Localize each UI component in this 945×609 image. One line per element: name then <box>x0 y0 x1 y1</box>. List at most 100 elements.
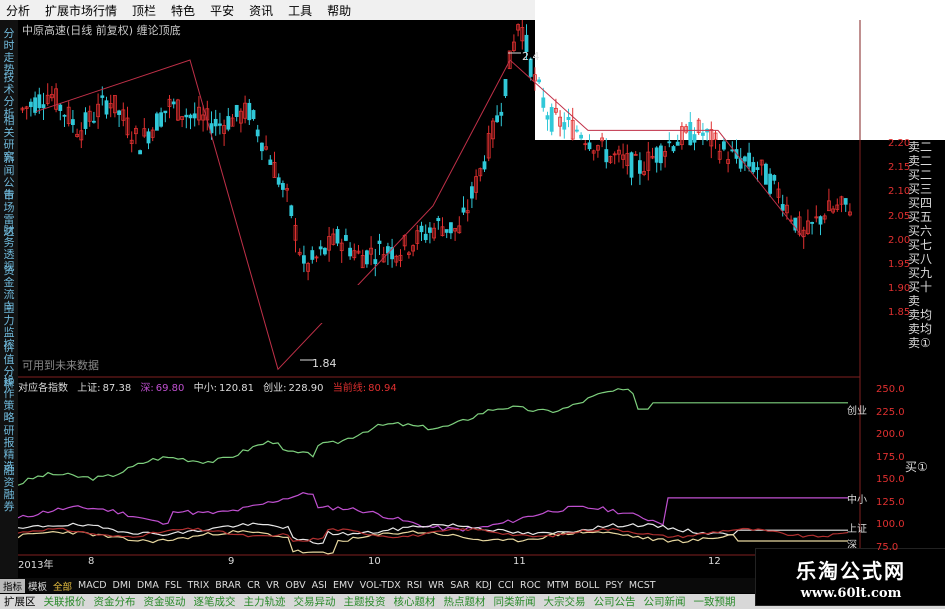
x-tick-label: 2013年 <box>18 560 54 571</box>
bottom-tab-6[interactable]: 交易异动 <box>290 594 340 609</box>
toolbar-item-brar[interactable]: BRAR <box>212 580 244 591</box>
candle-body <box>364 250 369 265</box>
indicator-tick: 225.0 <box>876 406 905 418</box>
toolbar-item-emv[interactable]: EMV <box>330 580 357 591</box>
toolbar-item-roc[interactable]: ROC <box>517 580 544 591</box>
bottom-tab-11[interactable]: 大宗交易 <box>540 594 590 609</box>
readout-name: 对应各指数 <box>18 383 68 394</box>
menu-bar: 分析 扩展市场行情 顶栏 特色 平安 资讯 工具 帮助 <box>0 0 535 20</box>
candle-body <box>545 115 550 120</box>
candle-body <box>659 145 663 164</box>
bottom-tab-4[interactable]: 逐笔成交 <box>190 594 240 609</box>
candle-body <box>469 186 474 199</box>
toolbar-item-wr[interactable]: WR <box>425 580 447 591</box>
signal-0: 卖二 <box>908 140 933 154</box>
toolbar-item-rsi[interactable]: RSI <box>404 580 425 591</box>
signal-2: 买二 <box>908 168 933 182</box>
readout-cur-value: 80.94 <box>368 383 397 394</box>
candle-body <box>163 110 168 114</box>
candle-body <box>138 150 142 155</box>
candle-body <box>810 222 814 224</box>
candle-body <box>461 207 466 213</box>
signal-1: 卖二 <box>908 154 933 168</box>
toolbar-item-dma[interactable]: DMA <box>134 580 162 591</box>
candle-body <box>764 163 768 185</box>
toolbar-item-cr[interactable]: CR <box>244 580 263 591</box>
candle-body <box>33 97 38 113</box>
candle-body <box>722 141 726 150</box>
bottom-tab-2[interactable]: 资金分布 <box>90 594 140 609</box>
toolbar-item-asi[interactable]: ASI <box>309 580 330 591</box>
candle-body <box>587 142 592 150</box>
bottom-tab-7[interactable]: 主题投资 <box>340 594 390 609</box>
side-tab-11[interactable]: 融资融券 <box>2 465 16 513</box>
menu-item-3[interactable]: 特色 <box>165 2 204 19</box>
side-tab-9[interactable]: 操作策略 <box>2 376 16 424</box>
bottom-tab-9[interactable]: 热点题材 <box>440 594 490 609</box>
toolbar-item-psy[interactable]: PSY <box>602 580 626 591</box>
bottom-tab-10[interactable]: 同类新闻 <box>490 594 540 609</box>
toolbar-item-kdj[interactable]: KDJ <box>473 580 495 591</box>
toolbar-item-obv[interactable]: OBV <box>282 580 308 591</box>
candle-body <box>217 123 222 126</box>
candle-body <box>28 101 33 108</box>
candle-body <box>62 114 67 117</box>
toolbar-item-boll[interactable]: BOLL <box>572 580 602 591</box>
toolbar-item-mtm[interactable]: MTM <box>544 580 572 591</box>
series-sz <box>18 529 848 555</box>
candle-body <box>448 222 453 234</box>
candle-body <box>280 183 285 190</box>
watermark-title: 乐淘公式网 <box>796 559 906 583</box>
watermark-url: www.60lt.com <box>800 586 902 601</box>
bottom-tab-0[interactable]: 扩展区 <box>0 594 40 609</box>
indicator-tick: 125.0 <box>876 496 905 508</box>
bottom-tab-5[interactable]: 主力轨迹 <box>240 594 290 609</box>
bottom-tab-13[interactable]: 公司新闻 <box>640 594 690 609</box>
menu-item-4[interactable]: 平安 <box>204 2 243 19</box>
candle-body <box>41 104 46 109</box>
x-tick-label: 9 <box>228 556 235 567</box>
toolbar-item-全部[interactable]: 全部 <box>50 579 75 593</box>
toolbar-item-macd[interactable]: MACD <box>75 580 109 591</box>
toolbar-item-vol-tdx[interactable]: VOL-TDX <box>357 580 404 591</box>
toolbar-item-mcst[interactable]: MCST <box>626 580 659 591</box>
readout-sz-value: 69.80 <box>155 383 185 394</box>
candle-body <box>566 116 571 121</box>
toolbar-item-sar[interactable]: SAR <box>447 580 472 591</box>
candle-body <box>83 112 88 129</box>
candle-body <box>843 198 848 205</box>
bottom-tab-8[interactable]: 核心题材 <box>390 594 440 609</box>
candle-body <box>335 229 340 244</box>
menu-item-6[interactable]: 工具 <box>282 2 321 19</box>
menu-item-5[interactable]: 资讯 <box>243 2 282 19</box>
signal-12: 卖均 <box>908 308 933 322</box>
toolbar-item-指标[interactable]: 指标 <box>0 578 26 593</box>
menu-item-1[interactable]: 扩展市场行情 <box>39 2 126 19</box>
bottom-tab-12[interactable]: 公司公告 <box>590 594 640 609</box>
toolbar-item-vr[interactable]: VR <box>263 580 282 591</box>
side-tab-1[interactable]: 技术分析 <box>2 72 16 120</box>
toolbar-item-dmi[interactable]: DMI <box>110 580 134 591</box>
candle-body <box>436 218 441 222</box>
bottom-tab-14[interactable]: 一致预期 <box>690 594 740 609</box>
candle-body <box>276 177 281 185</box>
candle-body <box>37 94 42 109</box>
menu-item-0[interactable]: 分析 <box>0 2 39 19</box>
candle-body <box>322 247 327 255</box>
bottom-tab-1[interactable]: 关联报价 <box>40 594 90 609</box>
signal-5: 买五 <box>908 210 933 224</box>
toolbar-item-cci[interactable]: CCI <box>495 580 517 591</box>
toolbar-item-模板[interactable]: 模板 <box>25 579 50 593</box>
series-sh <box>18 522 848 545</box>
candle-body <box>184 114 189 118</box>
side-tab-0[interactable]: 分时走势 <box>2 28 16 76</box>
candle-body <box>100 95 105 98</box>
candle-body <box>495 115 500 123</box>
menu-item-2[interactable]: 顶栏 <box>126 2 165 19</box>
toolbar-item-fsl[interactable]: FSL <box>162 580 185 591</box>
menu-item-7[interactable]: 帮助 <box>321 2 360 19</box>
bottom-tab-3[interactable]: 资金驱动 <box>140 594 190 609</box>
candle-body <box>541 97 546 108</box>
toolbar-item-trix[interactable]: TRIX <box>185 580 213 591</box>
candle-body <box>499 111 504 116</box>
